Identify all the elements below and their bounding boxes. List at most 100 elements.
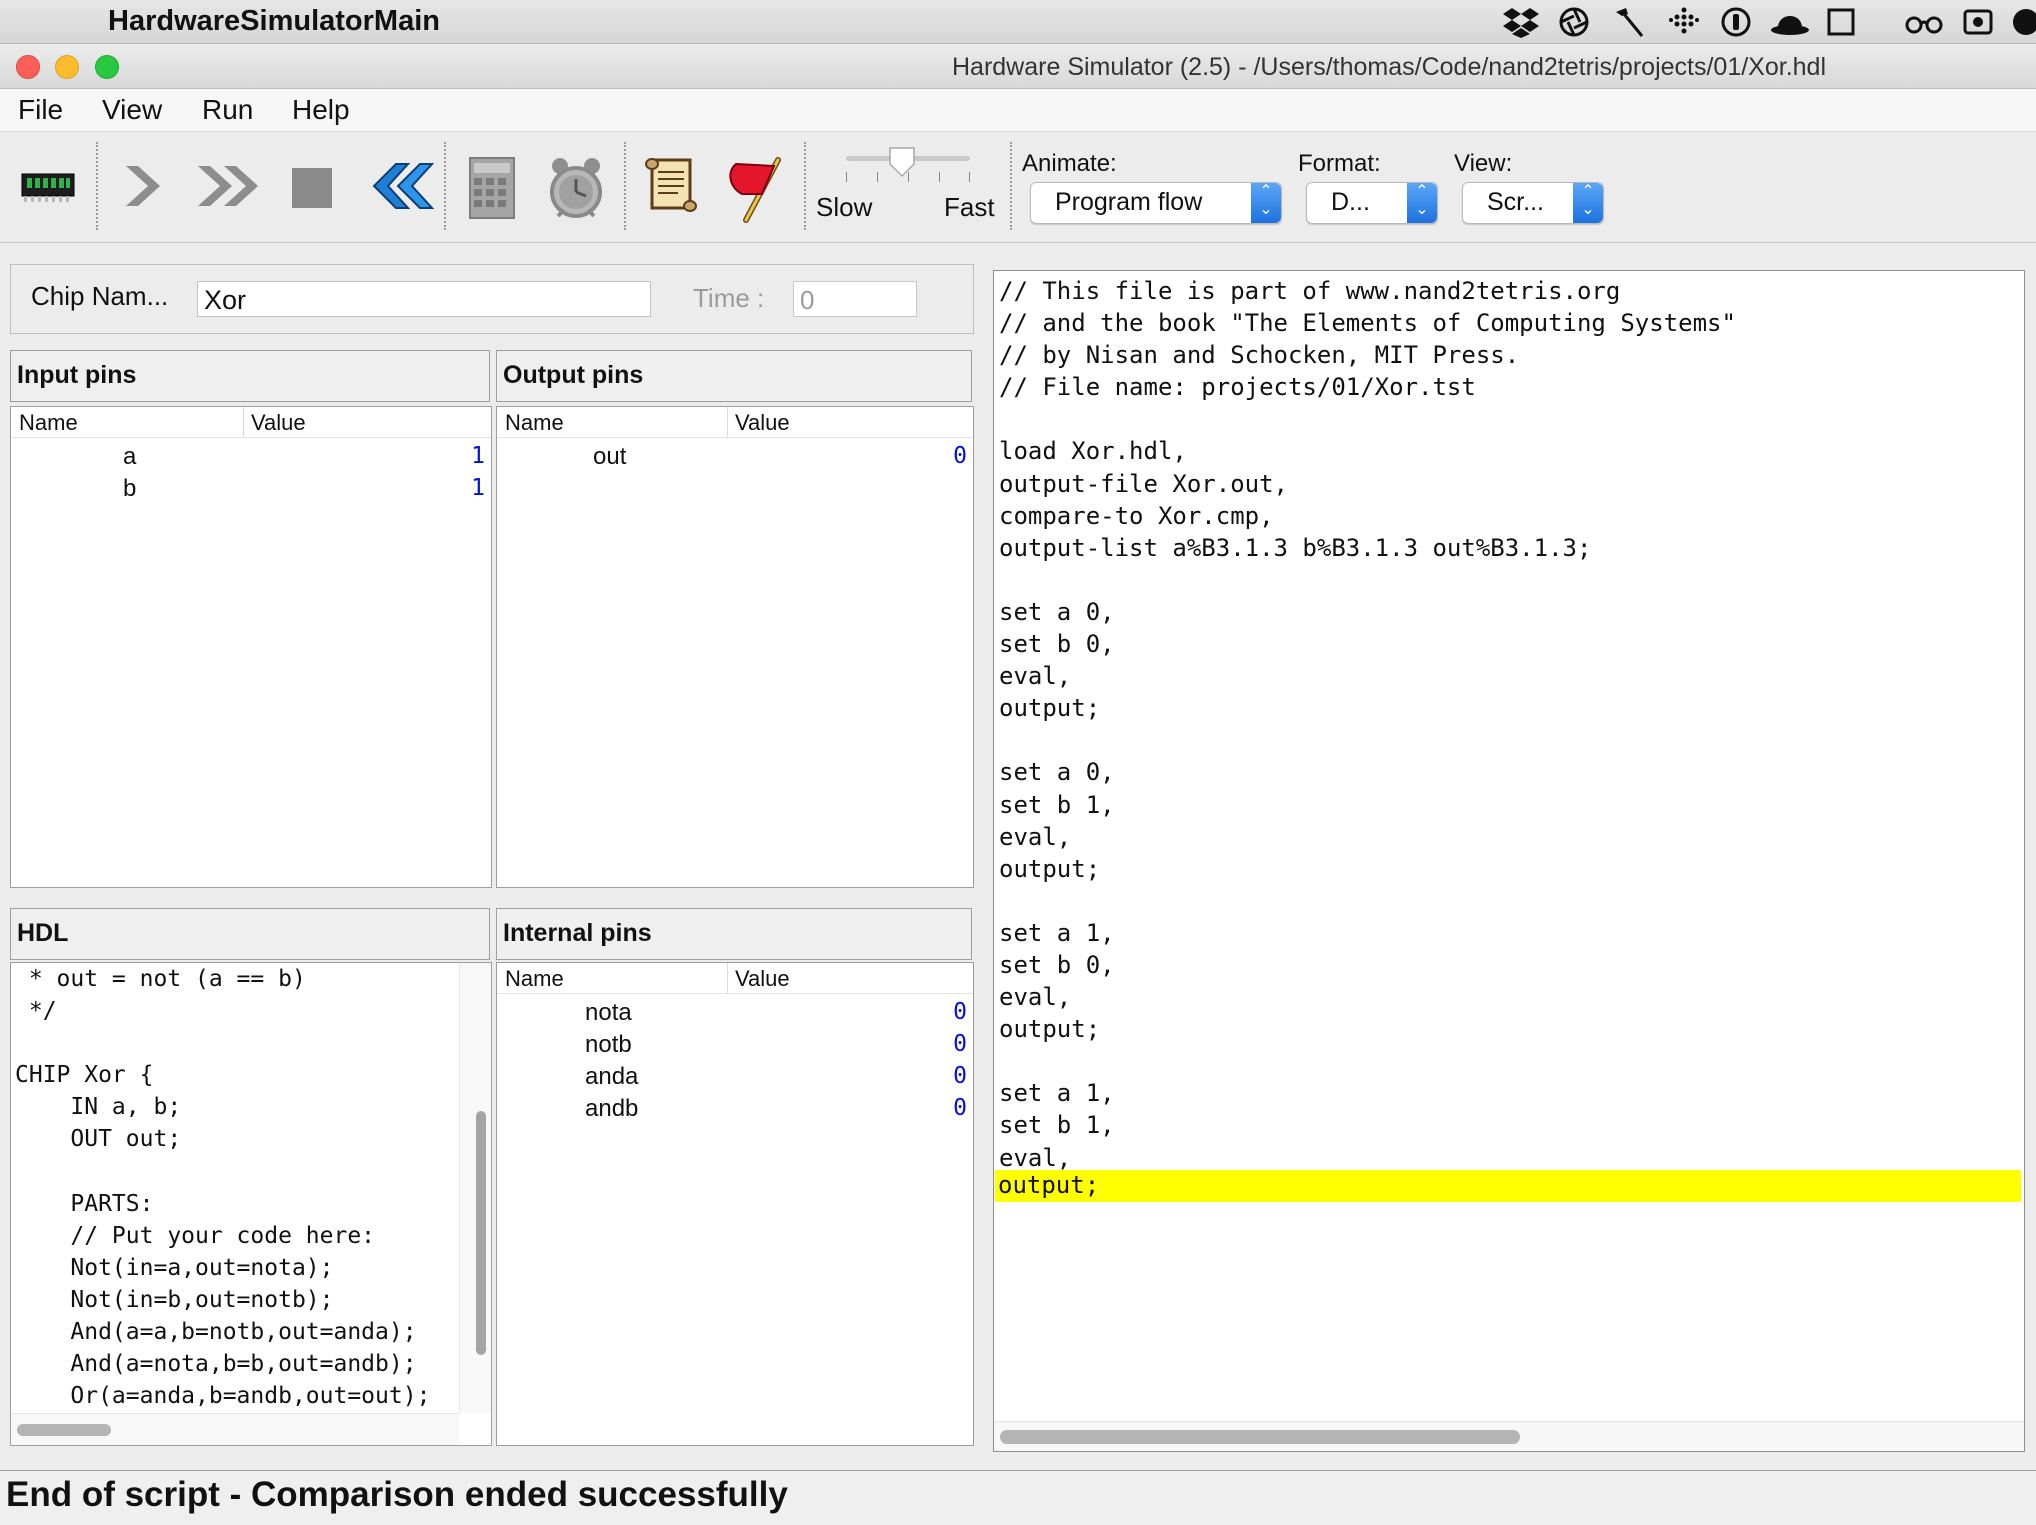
pin-name: andb	[585, 1095, 639, 1122]
speed-slow-label: Slow	[816, 192, 873, 222]
current-line-highlight: output;	[995, 1170, 2021, 1202]
format-label: Format:	[1298, 150, 1381, 177]
animate-label: Animate:	[1022, 150, 1117, 177]
script-horizontal-scrollbar[interactable]	[994, 1421, 2024, 1451]
breakpoint-flag-icon	[729, 157, 781, 223]
single-step-button[interactable]	[116, 152, 180, 216]
load-chip-button[interactable]	[18, 152, 82, 216]
pin-name: anda	[585, 1063, 639, 1090]
app-menu-bar: File View Run Help	[0, 89, 2036, 132]
hdl-code: * out = not (a == b) */ CHIP Xor { IN a,…	[15, 966, 431, 1410]
view-select[interactable]: Scr... ⌃ ⌄	[1462, 182, 1604, 224]
view-label: View:	[1454, 150, 1513, 177]
window-title: Hardware Simulator (2.5) - /Users/thomas…	[952, 53, 1826, 81]
hdl-viewer[interactable]: * out = not (a == b) */ CHIP Xor { IN a,…	[10, 962, 492, 1446]
status-bar: End of script - Comparison ended success…	[0, 1470, 2036, 1525]
pin-value: 0	[953, 1095, 967, 1121]
table-row[interactable]: notb 0	[497, 1029, 973, 1061]
time-label: Time :	[693, 283, 765, 313]
app-name[interactable]: HardwareSimulatorMain	[108, 5, 440, 38]
record-icon[interactable]	[1962, 6, 1994, 45]
chip-info-bar: Chip Nam... Xor Time : 0	[10, 264, 974, 334]
minimize-window-button[interactable]	[55, 55, 79, 79]
clock-button[interactable]	[544, 152, 608, 218]
column-value-header: Value	[735, 410, 790, 435]
column-name-header: Name	[505, 966, 564, 991]
stop-button[interactable]	[288, 152, 352, 216]
circle-icon[interactable]	[2010, 6, 2036, 45]
column-name-header: Name	[505, 410, 564, 435]
format-select[interactable]: D... ⌃ ⌄	[1306, 182, 1438, 224]
select-chevrons-icon: ⌃ ⌄	[1407, 183, 1437, 223]
time-field[interactable]: 0	[793, 281, 917, 317]
reset-button[interactable]	[360, 152, 436, 216]
format-select-value: D...	[1331, 188, 1370, 216]
pin-name: b	[123, 475, 137, 502]
table-row[interactable]: anda 0	[497, 1061, 973, 1093]
pin-name: a	[123, 443, 137, 470]
menu-run[interactable]: Run	[202, 94, 253, 126]
speed-slider[interactable]	[838, 146, 978, 186]
pin-value[interactable]: 1	[471, 475, 485, 501]
internal-pins-title: Internal pins	[496, 908, 972, 960]
table-row[interactable]: andb 0	[497, 1093, 973, 1125]
clock-icon	[550, 158, 602, 218]
breakpoints-button[interactable]	[722, 152, 786, 223]
table-row[interactable]: nota 0	[497, 997, 973, 1029]
calculator-icon	[469, 157, 515, 219]
hammer-icon[interactable]	[1612, 6, 1646, 45]
internal-pins-header: Name Value	[497, 963, 973, 994]
toolbar-separator	[1010, 142, 1012, 230]
toolbar-separator	[624, 142, 626, 230]
glasses-icon[interactable]	[1904, 6, 1944, 45]
hdl-vertical-scrollbar[interactable]	[459, 963, 491, 1413]
scrollbar-thumb[interactable]	[1000, 1430, 1520, 1444]
scrollbar-thumb[interactable]	[17, 1424, 111, 1436]
pin-value[interactable]: 1	[471, 443, 485, 469]
reset-icon	[372, 163, 435, 209]
hdl-horizontal-scrollbar[interactable]	[11, 1413, 459, 1445]
table-row[interactable]: out 0	[497, 441, 973, 473]
table-row[interactable]: a 1	[11, 441, 491, 473]
scrollbar-thumb[interactable]	[476, 1111, 486, 1355]
column-name-header: Name	[19, 410, 78, 435]
square-icon[interactable]	[1826, 6, 1856, 45]
dots-grid-icon[interactable]	[1668, 6, 1700, 45]
speed-slider-knob[interactable]	[887, 146, 917, 178]
animate-select[interactable]: Program flow ⌃ ⌄	[1030, 182, 1282, 224]
chip-name-field[interactable]: Xor	[197, 281, 651, 317]
script-icon	[645, 158, 697, 212]
pin-name: out	[593, 443, 627, 470]
toolbar-separator	[96, 142, 98, 230]
pin-value: 0	[953, 999, 967, 1025]
pin-value[interactable]: 0	[953, 443, 967, 469]
menu-file[interactable]: File	[18, 94, 63, 126]
menu-help[interactable]: Help	[292, 94, 350, 126]
close-window-button[interactable]	[16, 55, 40, 79]
toolbar: Slow Fast Animate: Program flow ⌃ ⌄ Forma…	[0, 132, 2036, 243]
toolbar-separator	[804, 142, 806, 230]
animate-select-value: Program flow	[1055, 188, 1203, 216]
chip-icon	[21, 173, 75, 202]
zoom-window-button[interactable]	[95, 55, 119, 79]
table-row[interactable]: b 1	[11, 473, 491, 505]
output-pins-table: Name Value out 0	[496, 406, 974, 888]
run-button[interactable]	[194, 152, 270, 216]
script-text: // This file is part of www.nand2tetris.…	[999, 277, 1736, 1172]
input-pins-title: Input pins	[10, 350, 490, 402]
script-viewer[interactable]: // This file is part of www.nand2tetris.…	[993, 270, 2025, 1452]
calculator-button[interactable]	[462, 152, 526, 219]
hat-icon[interactable]	[1770, 6, 1810, 45]
stop-icon	[292, 168, 332, 208]
speed-fast-label: Fast	[944, 192, 995, 222]
aperture-icon[interactable]	[1558, 6, 1590, 45]
dropbox-icon[interactable]	[1502, 6, 1540, 45]
pin-name: nota	[585, 999, 632, 1026]
menu-view[interactable]: View	[102, 94, 162, 126]
pin-value: 0	[953, 1063, 967, 1089]
script-button[interactable]	[642, 152, 706, 216]
info-icon[interactable]	[1720, 6, 1752, 45]
hdl-title: HDL	[10, 908, 490, 960]
single-step-icon	[126, 166, 160, 206]
window-titlebar: Hardware Simulator (2.5) - /Users/thomas…	[0, 44, 2036, 89]
